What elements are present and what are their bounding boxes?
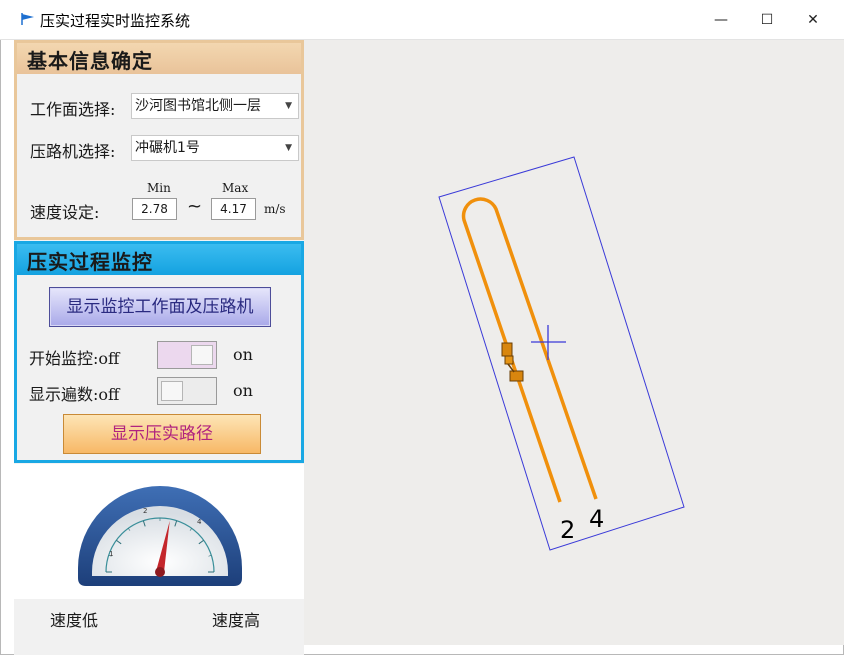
basic-info-header: 基本信息确定 (17, 43, 301, 74)
toggle-knob (191, 345, 213, 365)
roller-select[interactable]: 冲碾机1号 ▼ (131, 135, 299, 161)
gauge-hub (155, 567, 165, 577)
show-passes-on: on (233, 381, 253, 400)
show-passes-text: 显示遍数: (29, 385, 99, 404)
window-title: 压实过程实时监控系统 (40, 12, 191, 30)
toggle-knob (161, 381, 183, 401)
start-monitor-label: 开始监控:off (29, 345, 119, 369)
work-surface-value: 沙河图书馆北侧一层 (135, 98, 261, 114)
roller-icon (501, 342, 524, 382)
title-bar: 压实过程实时监控系统 — ☐ ✕ (0, 0, 844, 40)
max-speed-input[interactable]: 4.17 (211, 198, 256, 220)
start-monitor-text: 开始监控: (29, 349, 99, 368)
dropdown-arrow-icon: ▼ (285, 143, 292, 153)
speed-gauge-icon: 1 2 4 (78, 486, 242, 586)
range-tilde: ~ (187, 196, 203, 217)
min-speed-input[interactable]: 2.78 (132, 198, 177, 220)
gauge-tick-2: 2 (143, 507, 147, 515)
show-passes-label: 显示遍数:off (29, 381, 119, 405)
map-canvas[interactable]: 2 4 (304, 40, 844, 645)
gauge-panel: 1 2 4 (14, 464, 304, 599)
work-surface-select[interactable]: 沙河图书馆北侧一层 ▼ (131, 93, 299, 119)
work-surface-label: 工作面选择: (30, 100, 116, 119)
max-caption: Max (222, 181, 249, 195)
minimize-button[interactable]: — (698, 0, 744, 40)
basic-info-section: 基本信息确定 工作面选择: 沙河图书馆北侧一层 ▼ 压路机选择: 冲碾机1号 ▼… (14, 40, 304, 240)
speed-low-label: 速度低 (50, 611, 99, 630)
gauge-tick-4: 4 (197, 518, 202, 526)
monitor-section: 压实过程监控 显示监控工作面及压路机 开始监控:off on 显示遍数:off … (14, 241, 304, 463)
gauge-labels: 速度低 速度高 (14, 599, 304, 655)
app-flag-icon (21, 13, 34, 25)
compaction-path (461, 197, 598, 503)
work-surface-boundary (438, 156, 685, 551)
show-surface-roller-button[interactable]: 显示监控工作面及压路机 (49, 287, 271, 327)
pass-label-4: 4 (589, 505, 604, 533)
monitor-title: 压实过程监控 (27, 250, 153, 274)
show-passes-toggle[interactable] (157, 377, 217, 405)
speed-unit: m/s (264, 202, 286, 216)
roller-value: 冲碾机1号 (135, 140, 200, 156)
pass-label-2: 2 (560, 516, 575, 544)
show-path-button[interactable]: 显示压实路径 (63, 414, 261, 454)
gauge-tick-1: 1 (109, 550, 113, 558)
show-passes-off: off (98, 385, 120, 404)
roller-label: 压路机选择: (30, 142, 116, 161)
basic-info-title: 基本信息确定 (27, 49, 153, 73)
speed-label: 速度设定: (30, 203, 100, 222)
maximize-button[interactable]: ☐ (744, 0, 790, 40)
start-monitor-on: on (233, 345, 253, 364)
start-monitor-toggle[interactable] (157, 341, 217, 369)
start-monitor-off: off (98, 349, 120, 368)
control-panel: 基本信息确定 工作面选择: 沙河图书馆北侧一层 ▼ 压路机选择: 冲碾机1号 ▼… (14, 40, 304, 655)
close-button[interactable]: ✕ (790, 0, 836, 40)
speed-high-label: 速度高 (212, 611, 261, 630)
monitor-header: 压实过程监控 (17, 244, 301, 275)
dropdown-arrow-icon: ▼ (285, 101, 292, 111)
min-caption: Min (147, 181, 171, 195)
compaction-map: 2 4 (438, 156, 685, 551)
